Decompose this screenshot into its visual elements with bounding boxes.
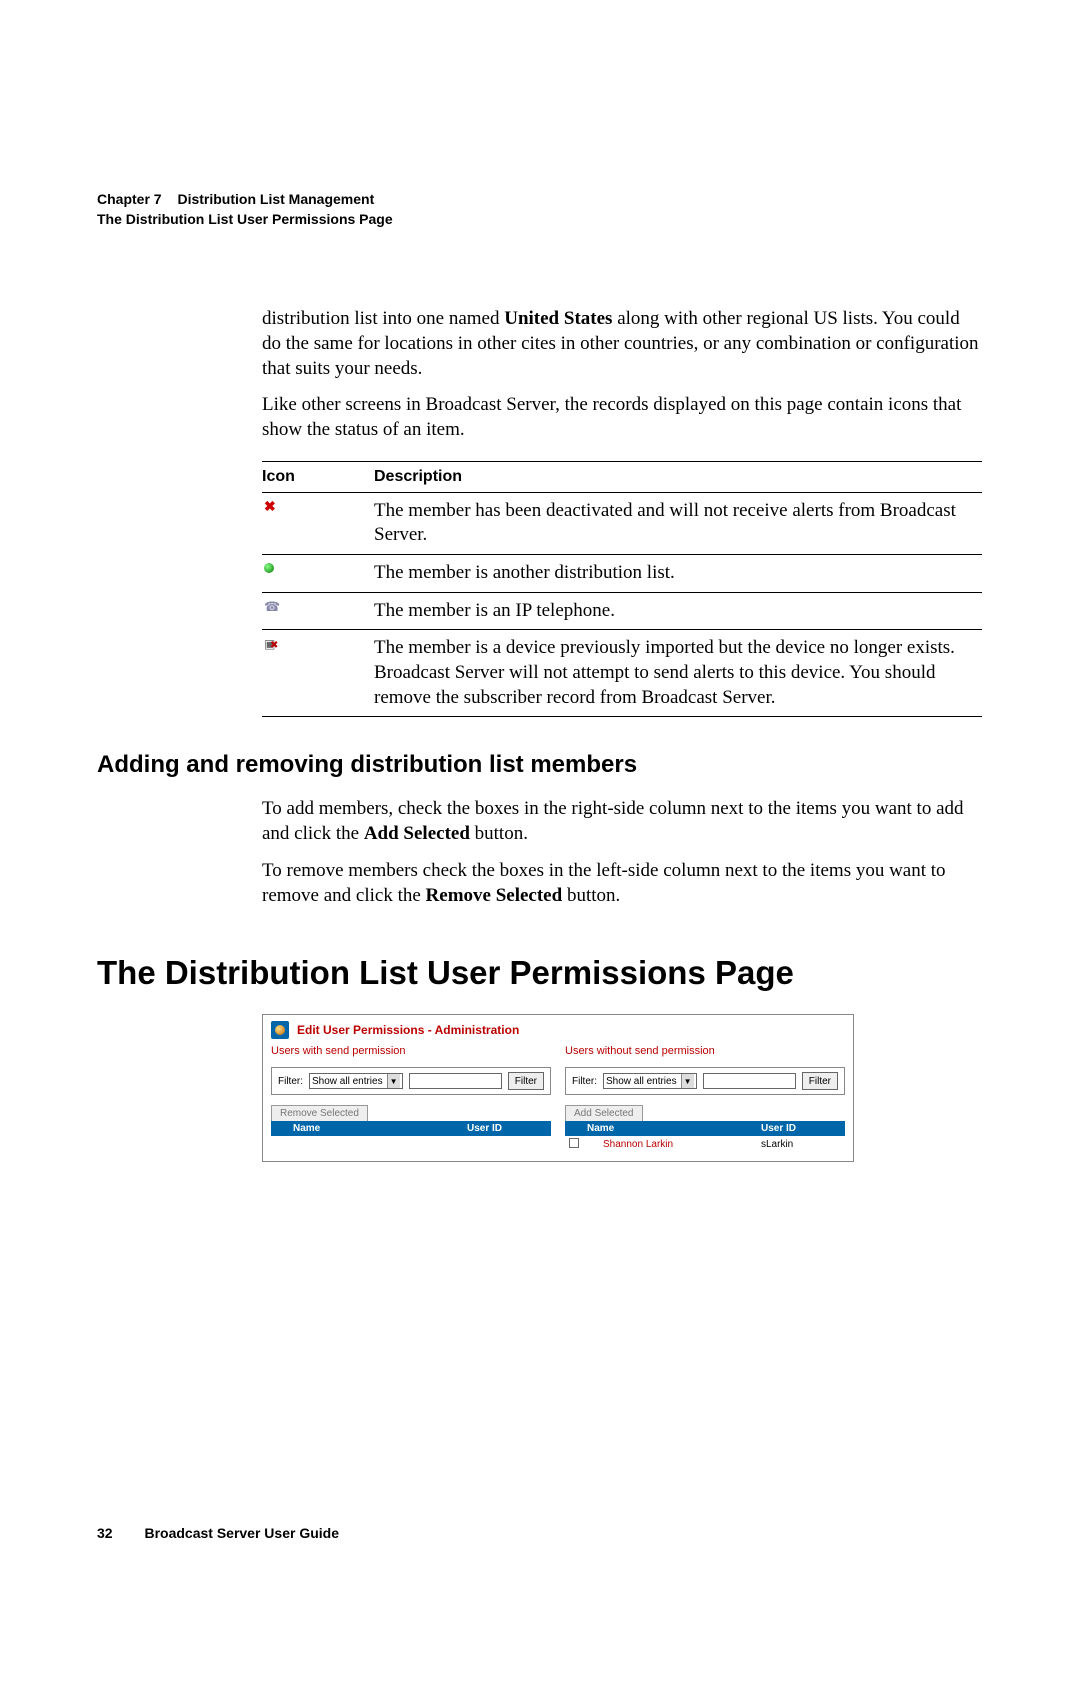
intro-text: distribution list into one named United … (262, 307, 983, 442)
distribution-list-icon (264, 563, 274, 573)
intro-p2: Like other screens in Broadcast Server, … (262, 393, 983, 442)
right-col-name[interactable]: Name (583, 1123, 761, 1134)
left-filter-button[interactable]: Filter (508, 1072, 544, 1090)
th-icon: Icon (262, 461, 374, 492)
left-column: Users with send permission Filter: Show … (271, 1045, 551, 1153)
left-col-name[interactable]: Name (289, 1123, 467, 1134)
right-table-header: Name User ID (565, 1121, 845, 1136)
ar-p1b: Add Selected (364, 823, 470, 844)
desc-cell: The member is another distribution list. (374, 555, 982, 593)
right-filter-button[interactable]: Filter (802, 1072, 838, 1090)
page-footer: 32 Broadcast Server User Guide (97, 1525, 339, 1541)
doc-title: Broadcast Server User Guide (144, 1525, 339, 1541)
remove-selected-button[interactable]: Remove Selected (271, 1105, 368, 1121)
missing-device-icon: ▣✖ (264, 637, 278, 651)
permissions-screenshot: Edit User Permissions - Administration U… (262, 1014, 854, 1162)
ar-p2c: button. (562, 885, 620, 906)
add-selected-button[interactable]: Add Selected (565, 1105, 643, 1121)
right-filter-select[interactable]: Show all entries ▼ (603, 1073, 697, 1089)
left-select-value: Show all entries (312, 1076, 383, 1087)
section-heading-add-remove: Adding and removing distribution list me… (97, 751, 983, 779)
left-filter-bar: Filter: Show all entries ▼ Filter (271, 1067, 551, 1095)
right-filter-bar: Filter: Show all entries ▼ Filter (565, 1067, 845, 1095)
table-row: ✖ The member has been deactivated and wi… (262, 492, 982, 554)
right-col-id[interactable]: User ID (761, 1123, 841, 1134)
right-filter-input[interactable] (703, 1073, 796, 1089)
table-row: ▣✖ The member is a device previously imp… (262, 630, 982, 717)
row-id: sLarkin (761, 1139, 841, 1150)
screenshot-title: Edit User Permissions - Administration (297, 1023, 519, 1037)
desc-cell: The member is a device previously import… (374, 630, 982, 717)
header-page-title: The Distribution List User Permissions P… (97, 210, 983, 230)
table-row: The member is another distribution list. (262, 555, 982, 593)
th-description: Description (374, 461, 982, 492)
chevron-down-icon: ▼ (387, 1074, 400, 1088)
left-table-header: Name User ID (271, 1121, 551, 1136)
add-remove-text: To add members, check the boxes in the r… (262, 797, 983, 908)
right-column: Users without send permission Filter: Sh… (565, 1045, 845, 1153)
ip-telephone-icon: ☎ (264, 599, 278, 613)
intro-p1a: distribution list into one named (262, 308, 504, 329)
left-filter-label: Filter: (278, 1076, 303, 1087)
desc-cell: The member is an IP telephone. (374, 592, 982, 630)
left-filter-input[interactable] (409, 1073, 502, 1089)
right-filter-label: Filter: (572, 1076, 597, 1087)
page-number: 32 (97, 1525, 113, 1541)
left-filter-select[interactable]: Show all entries ▼ (309, 1073, 403, 1089)
intro-p1-bold: United States (504, 308, 612, 329)
left-col-title: Users with send permission (271, 1045, 551, 1057)
running-header: Chapter 7 Distribution List Management T… (97, 190, 983, 229)
ar-p1c: button. (470, 823, 528, 844)
desc-cell: The member has been deactivated and will… (374, 492, 982, 554)
app-logo-icon (271, 1021, 289, 1039)
deactivated-icon: ✖ (264, 499, 278, 513)
table-row: Shannon Larkin sLarkin (565, 1136, 845, 1153)
row-name[interactable]: Shannon Larkin (583, 1139, 761, 1150)
left-col-id[interactable]: User ID (467, 1123, 547, 1134)
ar-p2b: Remove Selected (426, 885, 563, 906)
row-checkbox[interactable] (569, 1138, 579, 1148)
chevron-down-icon: ▼ (681, 1074, 694, 1088)
section-heading-permissions: The Distribution List User Permissions P… (97, 954, 983, 992)
right-select-value: Show all entries (606, 1076, 677, 1087)
icon-status-table: Icon Description ✖ The member has been d… (262, 461, 982, 718)
chapter-label: Chapter 7 (97, 191, 162, 207)
table-row: ☎ The member is an IP telephone. (262, 592, 982, 630)
chapter-title: Distribution List Management (177, 191, 374, 207)
right-col-title: Users without send permission (565, 1045, 845, 1057)
